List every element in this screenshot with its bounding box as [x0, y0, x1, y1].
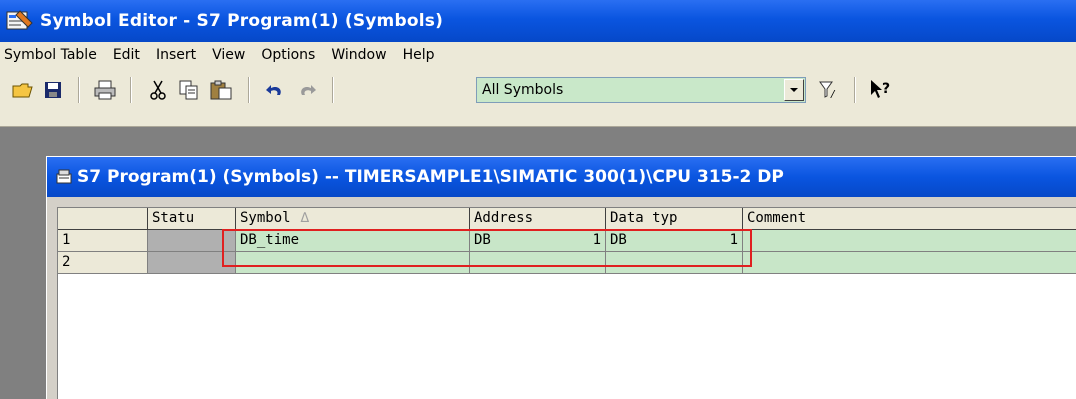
menu-options[interactable]: Options — [253, 42, 323, 69]
toolbar-separator — [332, 77, 334, 103]
symbol-filter-select[interactable]: All Symbols — [476, 77, 806, 103]
menu-edit[interactable]: Edit — [105, 42, 148, 69]
menu-view[interactable]: View — [204, 42, 253, 69]
menu-insert[interactable]: Insert — [148, 42, 204, 69]
symbol-cell[interactable]: DB_time — [236, 230, 470, 252]
symbol-table-icon — [55, 169, 73, 185]
print-icon[interactable] — [92, 77, 118, 103]
chevron-down-icon[interactable] — [784, 79, 804, 101]
datatype-cell[interactable] — [606, 252, 743, 274]
svg-text:/: / — [830, 89, 836, 100]
sort-ascending-icon: ∆ — [300, 210, 310, 226]
copy-icon[interactable] — [176, 77, 202, 103]
datatype-cell[interactable]: DB 1 — [606, 230, 743, 252]
toolbar-separator — [248, 77, 250, 103]
address-number: 1 — [592, 232, 601, 248]
toolbar-separator — [854, 77, 856, 103]
filter-value: All Symbols — [482, 82, 564, 98]
app-titlebar: Symbol Editor - S7 Program(1) (Symbols) — [0, 0, 1076, 42]
column-header-status[interactable]: Statu — [148, 208, 236, 230]
toolbar-separator — [130, 77, 132, 103]
help-pointer-icon[interactable]: ? — [868, 77, 894, 103]
symbol-editor-icon — [6, 9, 34, 33]
status-cell[interactable] — [148, 252, 236, 274]
symbol-table: Statu Symbol ∆ Address Data typ Comment 1… — [57, 207, 1076, 399]
row-number[interactable]: 2 — [58, 252, 148, 274]
status-cell[interactable] — [148, 230, 236, 252]
save-icon[interactable] — [40, 77, 66, 103]
table-header: Statu Symbol ∆ Address Data typ Comment — [58, 208, 1076, 230]
column-header-comment[interactable]: Comment — [743, 208, 1076, 230]
toolbar: All Symbols / ? — [0, 69, 1076, 127]
column-header-rownum — [58, 208, 148, 230]
child-window-title: S7 Program(1) (Symbols) -- TIMERSAMPLE1\… — [77, 167, 784, 187]
column-header-symbol[interactable]: Symbol ∆ — [236, 208, 470, 230]
address-cell[interactable] — [470, 252, 606, 274]
undo-icon[interactable] — [262, 77, 288, 103]
comment-cell[interactable] — [743, 252, 1076, 274]
menu-symbol-table[interactable]: Symbol Table — [0, 42, 105, 69]
table-row[interactable]: 1 DB_time DB 1 DB 1 — [58, 230, 1076, 252]
column-header-datatype[interactable]: Data typ — [606, 208, 743, 230]
filter-icon[interactable]: / — [818, 77, 844, 103]
window-title: Symbol Editor - S7 Program(1) (Symbols) — [40, 11, 444, 31]
datatype-number: 1 — [729, 232, 738, 248]
redo-icon[interactable] — [294, 77, 320, 103]
symbol-cell[interactable] — [236, 252, 470, 274]
datatype-name: DB — [610, 232, 627, 248]
menu-bar: Symbol Table Edit Insert View Options Wi… — [0, 42, 1076, 69]
symbol-table-window: S7 Program(1) (Symbols) -- TIMERSAMPLE1\… — [46, 156, 1076, 399]
row-number[interactable]: 1 — [58, 230, 148, 252]
open-icon[interactable] — [10, 77, 36, 103]
toolbar-separator — [78, 77, 80, 103]
table-row[interactable]: 2 — [58, 252, 1076, 274]
menu-window[interactable]: Window — [323, 42, 394, 69]
address-cell[interactable]: DB 1 — [470, 230, 606, 252]
address-type: DB — [474, 232, 491, 248]
cut-icon[interactable] — [145, 77, 171, 103]
menu-help[interactable]: Help — [395, 42, 443, 69]
column-header-address[interactable]: Address — [470, 208, 606, 230]
child-titlebar: S7 Program(1) (Symbols) -- TIMERSAMPLE1\… — [47, 157, 1076, 197]
svg-text:?: ? — [882, 81, 890, 97]
paste-icon[interactable] — [208, 77, 234, 103]
comment-cell[interactable] — [743, 230, 1076, 252]
column-header-symbol-label: Symbol — [240, 210, 291, 226]
